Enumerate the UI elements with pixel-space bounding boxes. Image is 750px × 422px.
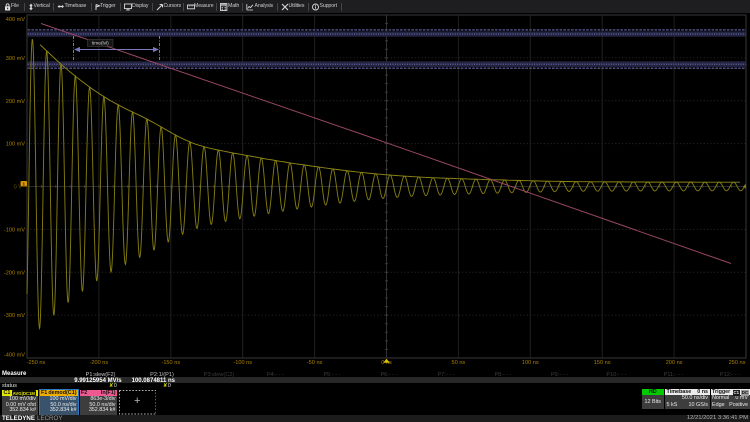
- svg-text:400 mV: 400 mV: [6, 17, 26, 23]
- svg-text:100 mV: 100 mV: [6, 142, 26, 148]
- svg-text:-300 mV: -300 mV: [4, 313, 25, 319]
- svg-text:200 mV: 200 mV: [6, 99, 26, 105]
- svg-text:time(lvl): time(lvl): [92, 41, 109, 47]
- svg-text:-50 ns: -50 ns: [307, 360, 323, 366]
- svg-text:-100 mV: -100 mV: [4, 228, 25, 234]
- svg-text:-100 ns: -100 ns: [233, 360, 252, 366]
- svg-text:-400 mV: -400 mV: [4, 353, 25, 359]
- svg-text:200 ns: 200 ns: [666, 360, 683, 366]
- svg-text:-200 ns: -200 ns: [90, 360, 109, 366]
- svg-text:50 ns: 50 ns: [452, 360, 466, 366]
- svg-text:100 ns: 100 ns: [522, 360, 539, 366]
- svg-text:250 ns: 250 ns: [729, 360, 746, 366]
- svg-text:150 ns: 150 ns: [594, 360, 611, 366]
- svg-text:-250 ns: -250 ns: [27, 360, 46, 366]
- svg-text:-150 ns: -150 ns: [161, 360, 180, 366]
- svg-text:-200 mV: -200 mV: [4, 270, 25, 276]
- svg-text:300 mV: 300 mV: [6, 56, 26, 62]
